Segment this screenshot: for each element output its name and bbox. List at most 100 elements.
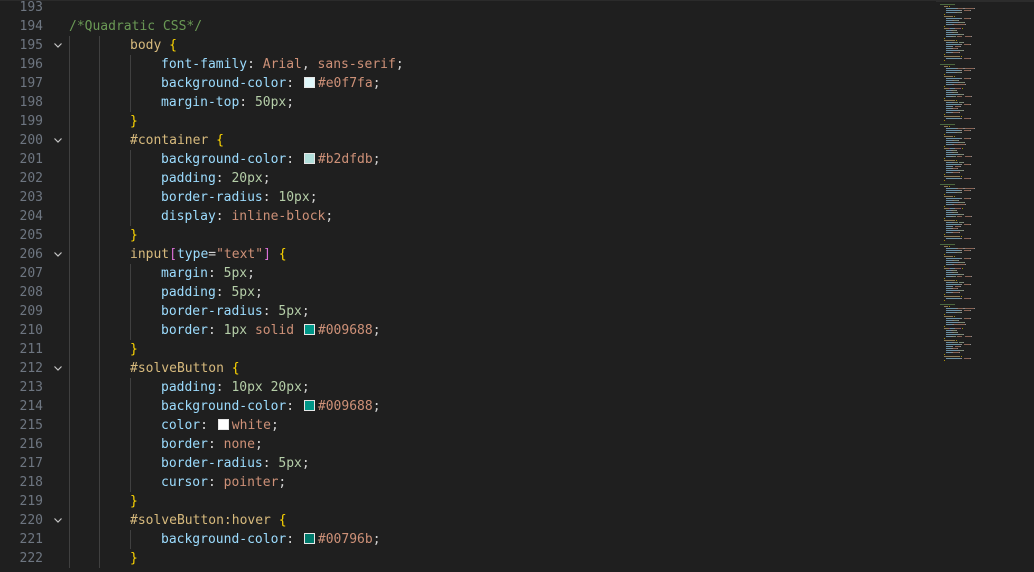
minimap-segment <box>940 244 955 245</box>
minimap-segment <box>953 216 956 217</box>
code-line[interactable]: 220 #solveButton:hover { <box>0 511 930 530</box>
code-text[interactable]: margin: 5px; <box>161 264 255 283</box>
code-line[interactable]: 218 cursor: pointer; <box>0 473 930 492</box>
code-editor[interactable]: 193 194/*Quadratic CSS*/195 body {196 font-… <box>0 0 1034 572</box>
color-swatch[interactable] <box>303 153 315 164</box>
code-line[interactable]: 198 margin-top: 50px; <box>0 93 930 112</box>
code-line[interactable]: 213 padding: 10px 20px; <box>0 378 930 397</box>
code-token: } <box>130 342 138 357</box>
code-line[interactable]: 208 padding: 5px; <box>0 283 930 302</box>
minimap-segment <box>946 132 955 133</box>
color-swatch[interactable] <box>217 419 229 430</box>
code-text[interactable]: } <box>130 112 138 131</box>
minimap-segment <box>963 154 964 155</box>
code-text[interactable]: body { <box>130 36 177 55</box>
minimap[interactable] <box>936 0 1034 572</box>
minimap-segment <box>956 220 957 221</box>
code-line[interactable]: 200 #container { <box>0 131 930 150</box>
code-text[interactable]: background-color: #b2dfdb; <box>161 150 381 169</box>
code-token: type <box>176 247 209 262</box>
minimap-segment <box>946 8 956 9</box>
code-text[interactable]: } <box>130 549 138 568</box>
code-text[interactable]: } <box>130 340 138 359</box>
code-text[interactable]: border-radius: 5px; <box>161 454 310 473</box>
code-text[interactable]: background-color: #e0f7fa; <box>161 74 381 93</box>
code-text[interactable]: background-color: #00796b; <box>161 530 381 549</box>
indent-guide <box>69 321 70 340</box>
code-line[interactable]: 197 background-color: #e0f7fa; <box>0 74 930 93</box>
code-text[interactable]: border: 1px solid #009688; <box>161 321 381 340</box>
code-line[interactable]: 204 display: inline-block; <box>0 207 930 226</box>
code-text[interactable]: border-radius: 10px; <box>161 188 318 207</box>
code-line[interactable]: 222} <box>0 549 930 568</box>
minimap-segment <box>946 310 960 311</box>
code-text[interactable]: #solveButton { <box>130 359 240 378</box>
code-text[interactable]: } <box>130 226 138 245</box>
code-line[interactable]: 210 border: 1px solid #009688; <box>0 321 930 340</box>
code-text[interactable]: color: white; <box>161 416 279 435</box>
color-swatch[interactable] <box>303 77 315 88</box>
code-text[interactable]: font-family: Arial, sans-serif; <box>161 55 404 74</box>
code-line[interactable]: 214 background-color: #009688; <box>0 397 930 416</box>
code-text[interactable]: #solveButton:hover { <box>130 511 287 530</box>
minimap-slider[interactable] <box>936 0 1034 2</box>
code-line[interactable]: 215 color: white; <box>0 416 930 435</box>
code-text[interactable]: #container { <box>130 131 224 150</box>
minimap-segment <box>946 252 955 253</box>
indent-guide <box>99 169 100 188</box>
code-line[interactable]: 207 margin: 5px; <box>0 264 930 283</box>
chevron-down-icon[interactable] <box>51 245 65 264</box>
code-text[interactable]: display: inline-block; <box>161 207 333 226</box>
code-text[interactable]: margin-top: 50px; <box>161 93 294 112</box>
code-line[interactable]: 216 border: none; <box>0 435 930 454</box>
code-line[interactable]: 217 border-radius: 5px; <box>0 454 930 473</box>
code-line[interactable]: 194 /*Quadratic CSS*/ <box>0 17 930 36</box>
code-text[interactable]: border-radius: 5px; <box>161 302 310 321</box>
code-text[interactable]: padding: 20px; <box>161 169 271 188</box>
code-token: background-color <box>161 152 287 167</box>
minimap-segment <box>944 236 960 237</box>
code-line[interactable]: 202 padding: 20px; <box>0 169 930 188</box>
code-line[interactable]: 209 border-radius: 5px; <box>0 302 930 321</box>
minimap-segment <box>944 114 945 115</box>
code-line[interactable]: 219} <box>0 492 930 511</box>
code-token: font-family <box>161 57 248 72</box>
chevron-down-icon[interactable] <box>51 359 65 378</box>
code-text[interactable]: background-color: #009688; <box>161 397 381 416</box>
minimap-segment <box>944 278 945 279</box>
chevron-down-icon[interactable] <box>51 511 65 530</box>
code-line[interactable]: 199} <box>0 112 930 131</box>
indent-guide <box>69 36 70 55</box>
minimap-segment <box>960 258 962 259</box>
line-number: 209 <box>19 304 43 319</box>
code-line[interactable]: 211} <box>0 340 930 359</box>
color-swatch[interactable] <box>303 533 315 544</box>
code-line[interactable]: 196 font-family: Arial, sans-serif; <box>0 55 930 74</box>
code-text[interactable]: input[type="text"] { <box>130 245 287 264</box>
code-token: 20px <box>270 380 302 395</box>
indent-guide <box>130 150 131 169</box>
color-swatch[interactable] <box>303 400 315 411</box>
code-line[interactable]: 195 body { <box>0 36 930 55</box>
code-line[interactable]: 203 border-radius: 10px; <box>0 188 930 207</box>
code-text[interactable]: } <box>130 492 138 511</box>
code-line[interactable]: 193 <box>0 0 930 17</box>
code-line[interactable]: 206 input[type="text"] { <box>0 245 930 264</box>
code-text[interactable]: padding: 5px; <box>161 283 263 302</box>
indent-guide <box>130 435 131 454</box>
code-text[interactable]: padding: 10px 20px; <box>161 378 310 397</box>
code-text[interactable]: cursor: pointer; <box>161 473 286 492</box>
chevron-down-icon[interactable] <box>51 131 65 150</box>
code-line[interactable]: 201 background-color: #b2dfdb; <box>0 150 930 169</box>
minimap-segment <box>944 206 945 207</box>
color-swatch[interactable] <box>303 324 315 335</box>
code-text[interactable]: border: none; <box>161 435 263 454</box>
code-line[interactable]: 212 #solveButton { <box>0 359 930 378</box>
code-token: { <box>278 513 287 528</box>
chevron-down-icon[interactable] <box>51 36 65 55</box>
code-line[interactable]: 205} <box>0 226 930 245</box>
code-text[interactable]: /*Quadratic CSS*/ <box>69 17 202 36</box>
code-line[interactable]: 221 background-color: #00796b; <box>0 530 930 549</box>
